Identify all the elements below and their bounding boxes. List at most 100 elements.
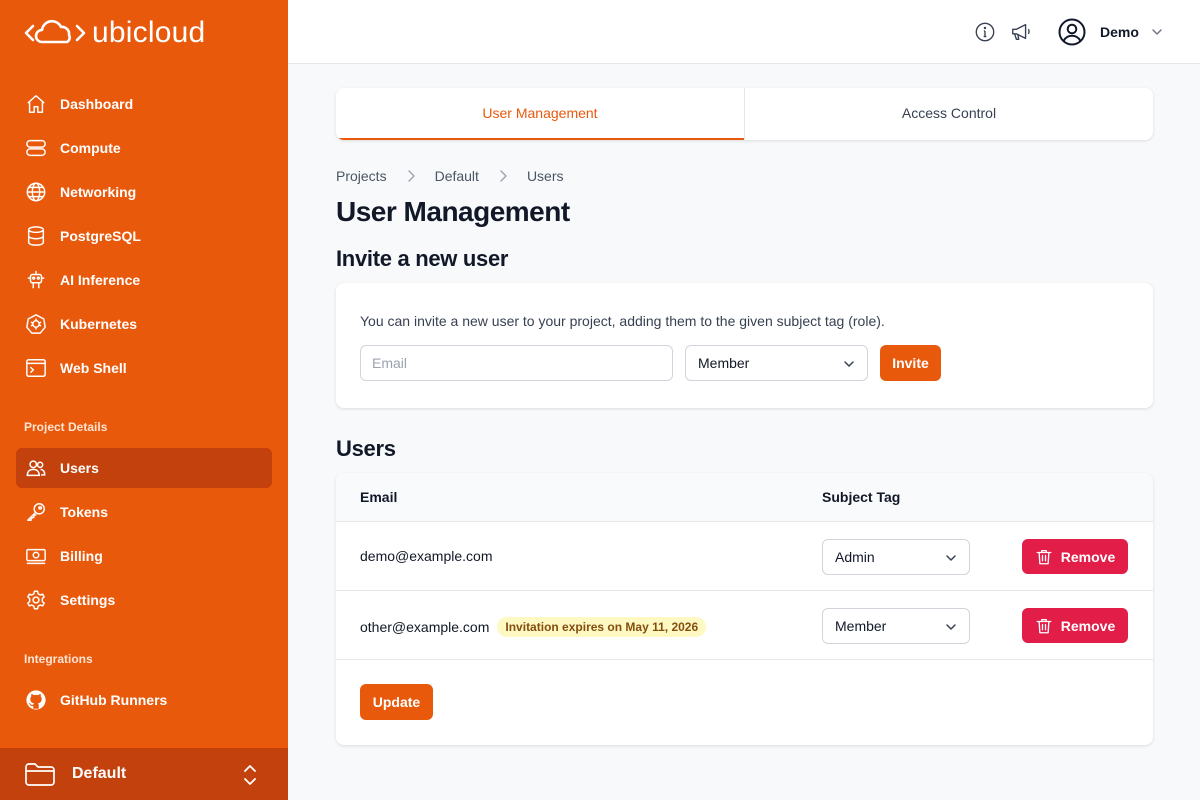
chevron-down-icon (1151, 26, 1163, 38)
sidebar-item-tokens[interactable]: Tokens (16, 492, 272, 532)
tab-user-management[interactable]: User Management (336, 88, 744, 140)
breadcrumb-default[interactable]: Default (435, 168, 479, 184)
table-row: demo@example.com Admin Remove (336, 522, 1153, 591)
robot-icon (24, 268, 48, 292)
kubernetes-icon (24, 312, 48, 336)
tab-access-control[interactable]: Access Control (744, 88, 1153, 140)
ubicloud-logo[interactable]: ubicloud (24, 16, 205, 50)
invite-section-title: Invite a new user (336, 246, 509, 271)
sidebar-item-label: Networking (60, 184, 137, 200)
chevron-down-icon (945, 620, 957, 636)
users-icon (24, 456, 48, 480)
subject-tag-value: Member (835, 618, 887, 634)
sidebar-item-postgresql[interactable]: PostgreSQL (16, 216, 272, 256)
remove-button[interactable]: Remove (1022, 539, 1128, 574)
sidebar-item-billing[interactable]: Billing (16, 536, 272, 576)
user-circle-icon (1058, 18, 1086, 46)
chevron-down-icon (843, 357, 855, 373)
chevron-right-icon (407, 170, 415, 182)
invite-form: Member Invite (360, 345, 1129, 381)
invite-card: You can invite a new user to your projec… (336, 283, 1153, 408)
user-email: demo@example.com (360, 548, 493, 564)
email-input[interactable] (360, 345, 673, 381)
globe-icon (24, 180, 48, 204)
page-title: User Management (336, 196, 570, 227)
chevron-right-icon (499, 170, 507, 182)
remove-button[interactable]: Remove (1022, 608, 1128, 643)
sidebar-item-networking[interactable]: Networking (16, 172, 272, 212)
sidebar-item-label: Kubernetes (60, 316, 138, 332)
sidebar-item-dashboard[interactable]: Dashboard (16, 84, 272, 124)
users-table: Email Subject Tag demo@example.com Admin… (336, 473, 1153, 745)
sidebar-item-label: Web Shell (60, 360, 127, 376)
main-content: User Management Access Control Projects … (336, 88, 1153, 745)
sidebar-item-label: AI Inference (60, 272, 141, 288)
server-icon (24, 136, 48, 160)
sidebar-item-label: Dashboard (60, 96, 134, 112)
user-name: Demo (1100, 24, 1139, 40)
sidebar-item-github-runners[interactable]: GitHub Runners (16, 680, 272, 720)
project-selector[interactable]: Default (0, 748, 288, 800)
invite-description: You can invite a new user to your projec… (360, 313, 885, 329)
column-header-email: Email (360, 489, 398, 505)
sidebar-item-label: Compute (60, 140, 121, 156)
chevron-up-down-icon (242, 763, 258, 792)
user-email: other@example.com (360, 619, 490, 635)
table-row: other@example.com Invitation expires on … (336, 591, 1153, 660)
invitation-expiry-badge: Invitation expires on May 11, 2026 (497, 617, 707, 637)
megaphone-icon[interactable] (1009, 20, 1033, 44)
sidebar-item-label: Settings (60, 592, 116, 608)
update-button[interactable]: Update (360, 684, 433, 720)
sidebar-item-label: GitHub Runners (60, 692, 168, 708)
sidebar-item-label: Users (60, 460, 99, 476)
subject-tag-select[interactable]: Admin (822, 539, 970, 575)
trash-icon (1035, 617, 1053, 635)
sidebar: ubicloud Dashboard Compute Networking Po… (0, 0, 288, 800)
sidebar-item-label: PostgreSQL (60, 228, 141, 244)
chevron-down-icon (945, 551, 957, 567)
remove-button-label: Remove (1060, 548, 1116, 565)
integrations-nav: GitHub Runners (16, 680, 272, 724)
breadcrumb-users[interactable]: Users (527, 168, 564, 184)
breadcrumb: Projects Default Users (336, 166, 1153, 186)
sidebar-item-kubernetes[interactable]: Kubernetes (16, 304, 272, 344)
sidebar-item-web-shell[interactable]: Web Shell (16, 348, 272, 388)
section-title-project-details: Project Details (24, 420, 108, 434)
terminal-icon (24, 356, 48, 380)
sidebar-item-users[interactable]: Users (16, 448, 272, 488)
tab-bar: User Management Access Control (336, 88, 1153, 140)
sidebar-item-ai-inference[interactable]: AI Inference (16, 260, 272, 300)
brand-name: ubicloud (92, 16, 206, 49)
users-section-title: Users (336, 436, 396, 461)
subject-tag-value: Admin (835, 549, 875, 565)
row-email: other@example.com Invitation expires on … (360, 617, 707, 637)
role-select-value: Member (698, 355, 750, 371)
user-menu[interactable]: Demo (1058, 16, 1163, 48)
section-title-integrations: Integrations (24, 652, 93, 666)
table-header: Email Subject Tag (336, 473, 1153, 522)
top-header: Demo (288, 0, 1200, 64)
github-icon (24, 688, 48, 712)
breadcrumb-projects[interactable]: Projects (336, 168, 387, 184)
main-nav: Dashboard Compute Networking PostgreSQL … (16, 84, 272, 392)
project-nav: Users Tokens Billing Settings (16, 448, 272, 624)
role-select[interactable]: Member (685, 345, 868, 381)
project-name: Default (72, 765, 127, 782)
key-icon (24, 500, 48, 524)
sidebar-item-compute[interactable]: Compute (16, 128, 272, 168)
table-footer: Update (336, 660, 1153, 744)
trash-icon (1035, 548, 1053, 566)
sidebar-item-settings[interactable]: Settings (16, 580, 272, 620)
subject-tag-select[interactable]: Member (822, 608, 970, 644)
sidebar-item-label: Billing (60, 548, 103, 564)
invite-button[interactable]: Invite (880, 345, 941, 381)
column-header-subject-tag: Subject Tag (822, 489, 901, 505)
cloud-logo-icon (24, 19, 86, 44)
gear-icon (24, 588, 48, 612)
row-email: demo@example.com (360, 548, 493, 564)
folder-icon (24, 761, 56, 787)
home-icon (24, 92, 48, 116)
info-icon[interactable] (973, 20, 997, 44)
sidebar-item-label: Tokens (60, 504, 108, 520)
remove-button-label: Remove (1060, 617, 1116, 634)
